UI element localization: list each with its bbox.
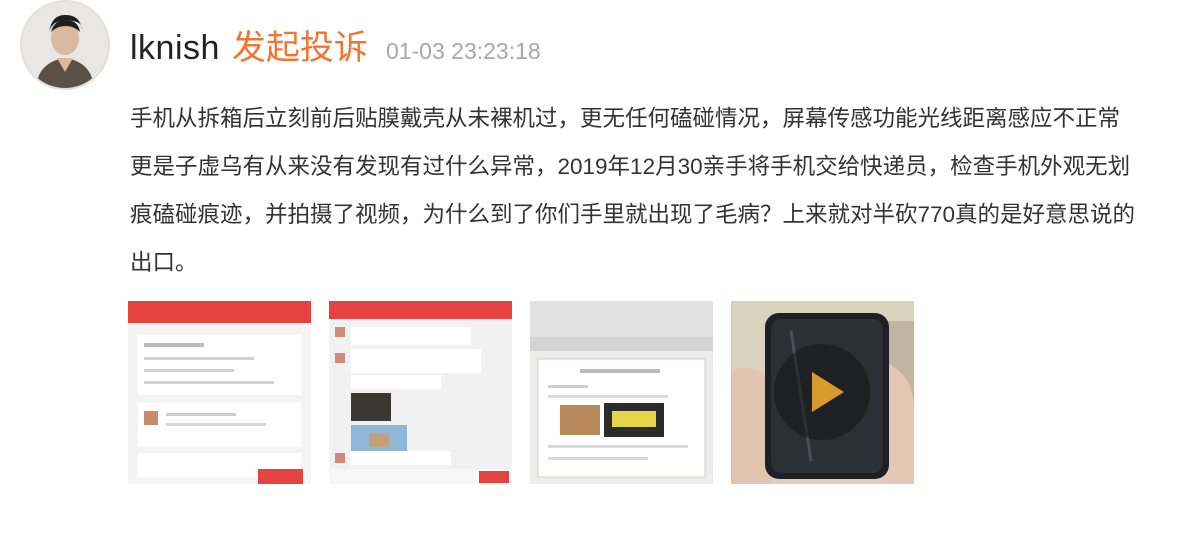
attachment-thumbnail[interactable]	[530, 301, 713, 484]
attachment-thumbnail[interactable]	[128, 301, 311, 484]
complaint-link[interactable]: 发起投诉	[232, 20, 368, 69]
attachment-gallery	[128, 301, 914, 484]
play-icon[interactable]	[774, 344, 870, 440]
post-body: 手机从拆箱后立刻前后贴膜戴壳从未裸机过，更无任何磕碰情况，屏幕传感功能光线距离感…	[130, 106, 1136, 275]
post-timestamp: 01-03 23:23:18	[385, 38, 541, 64]
attachment-thumbnail[interactable]	[329, 301, 512, 484]
video-thumbnail[interactable]	[731, 301, 914, 484]
post-header: lknish 发起投诉 01-03 23:23:18	[130, 20, 541, 70]
username-link[interactable]: lknish	[130, 29, 220, 68]
avatar[interactable]	[20, 0, 110, 90]
